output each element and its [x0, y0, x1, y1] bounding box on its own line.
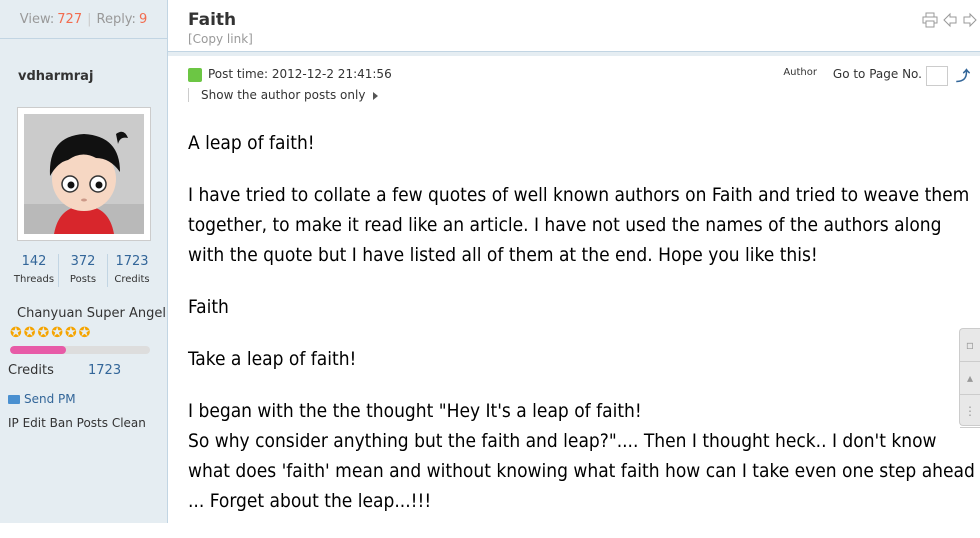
- credits-label: Credits: [8, 363, 54, 378]
- star-icon: ✪: [23, 325, 36, 341]
- floating-side-tools: ▫ ▴ ⋮: [959, 328, 980, 428]
- post-paragraph: So why consider anything but the faith a…: [188, 430, 975, 512]
- stat-value: 142: [21, 254, 47, 269]
- post-time: Post time: 2012-12-2 21:41:56: [208, 67, 392, 81]
- copy-link[interactable]: [Copy link]: [188, 32, 253, 46]
- arrow-right-icon: [373, 91, 379, 100]
- post-content: A leap of faith! I have tried to collate…: [188, 128, 978, 538]
- stat-credits[interactable]: 1723 Credits: [108, 254, 156, 287]
- header-divider: [168, 51, 980, 56]
- next-thread-icon[interactable]: [962, 12, 978, 28]
- author-label: Author: [783, 67, 817, 78]
- thread-tools: [922, 12, 978, 28]
- print-icon[interactable]: [922, 12, 938, 28]
- envelope-icon: [8, 394, 20, 404]
- goto-page-input[interactable]: [926, 66, 948, 86]
- back-to-top-icon[interactable]: ▴: [960, 362, 980, 395]
- avatar[interactable]: [17, 107, 151, 241]
- view-count: 727: [57, 11, 83, 27]
- star-icon: ✪: [51, 325, 63, 341]
- online-status-icon: [188, 68, 202, 82]
- avatar-image: [24, 114, 144, 234]
- separator: |: [87, 11, 92, 27]
- comment-icon[interactable]: ▫: [960, 329, 980, 362]
- previous-thread-icon[interactable]: [942, 12, 958, 28]
- show-author-only-label: Show the author posts only: [201, 88, 366, 102]
- stat-label: Threads: [13, 274, 55, 285]
- post-paragraph: A leap of faith!: [188, 132, 315, 154]
- cartoon-avatar-icon: [24, 114, 144, 234]
- grid-icon[interactable]: ⋮: [960, 395, 980, 428]
- send-pm-label: Send PM: [24, 392, 76, 406]
- rank-progress-bar: [10, 346, 150, 354]
- thread-title: Faith: [188, 10, 237, 30]
- post-paragraph: Take a leap of faith!: [188, 348, 357, 370]
- admin-links[interactable]: IP Edit Ban Posts Clean: [8, 416, 146, 430]
- user-rank[interactable]: Chanyuan Super Angel: [17, 306, 166, 321]
- view-reply-bar: View: 727 | Reply: 9: [0, 0, 167, 39]
- stat-label: Posts: [69, 274, 97, 285]
- post-paragraph: I began with the the thought "Hey It's a…: [188, 400, 642, 422]
- reply-count: 9: [138, 11, 148, 27]
- post-main: Faith [Copy link] Post time: 2012-12-2 2…: [168, 0, 980, 523]
- stat-value: 372: [70, 254, 96, 269]
- show-author-only-link[interactable]: Show the author posts only: [188, 88, 379, 102]
- author-stats: 142 Threads 372 Posts 1723 Credits: [10, 254, 156, 287]
- jump-icon[interactable]: ⤴: [956, 66, 970, 86]
- send-pm-link[interactable]: Send PM: [8, 392, 76, 406]
- author-sidebar: View: 727 | Reply: 9 vdharmraj 142 Threa…: [0, 0, 168, 523]
- reply-label: Reply:: [96, 11, 136, 27]
- star-icon: ✪: [10, 325, 22, 341]
- credits-row: Credits 1723: [8, 363, 121, 378]
- stat-posts[interactable]: 372 Posts: [59, 254, 108, 287]
- stat-threads[interactable]: 142 Threads: [10, 254, 59, 287]
- view-label: View:: [19, 11, 55, 27]
- post-paragraph: I have tried to collate a few quotes of …: [188, 184, 970, 266]
- goto-page-label: Go to Page No.: [832, 67, 922, 81]
- rank-progress-fill: [10, 346, 66, 354]
- star-icon: ✪: [78, 325, 91, 341]
- rank-stars: ✪ ✪ ✪ ✪ ✪ ✪: [10, 326, 90, 340]
- star-icon: ✪: [64, 325, 77, 341]
- stat-value: 1723: [115, 254, 149, 269]
- star-icon: ✪: [37, 325, 50, 341]
- credits-value: 1723: [88, 363, 122, 378]
- author-username[interactable]: vdharmraj: [0, 39, 167, 84]
- post-paragraph: Faith: [188, 296, 229, 318]
- stat-label: Credits: [114, 274, 150, 285]
